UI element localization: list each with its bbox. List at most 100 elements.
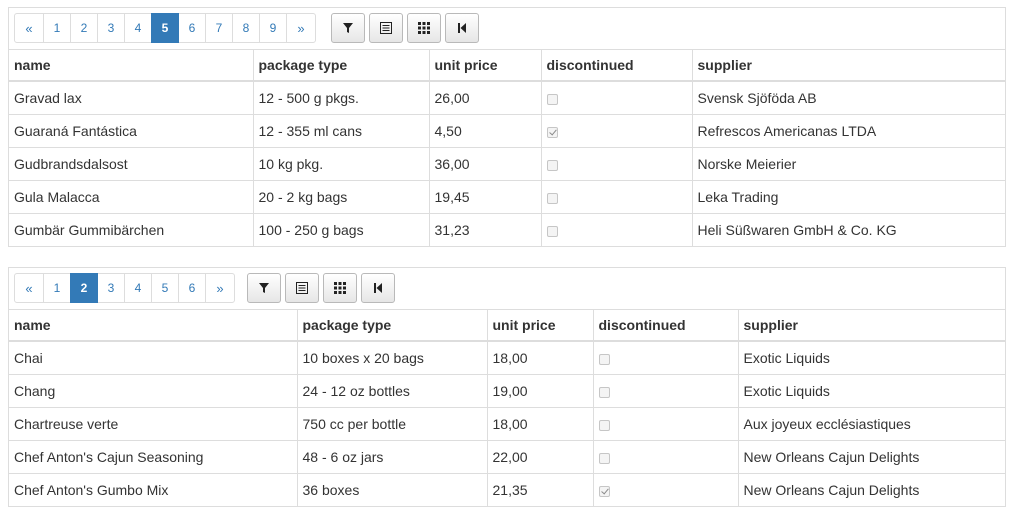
grid-view-button[interactable] xyxy=(323,273,357,303)
column-header-package-type[interactable]: package type xyxy=(253,50,430,82)
column-chooser-button[interactable] xyxy=(285,273,319,303)
table-row[interactable]: Gula Malacca 20 - 2 kg bags 19,45 Leka T… xyxy=(9,180,1005,214)
page-button-2[interactable]: 2 xyxy=(70,13,98,43)
cell-supplier: Heli Süßwaren GmbH & Co. KG xyxy=(697,222,897,238)
header-row: name package type unit price discontinue… xyxy=(9,50,1005,82)
column-chooser-icon xyxy=(296,282,308,294)
cell-unit-price: 26,00 xyxy=(429,81,542,115)
column-header-supplier[interactable]: supplier xyxy=(738,310,1005,342)
page-button-5[interactable]: 5 xyxy=(151,273,179,303)
cell-supplier: Exotic Liquids xyxy=(738,341,1005,375)
table-row[interactable]: Gravad lax 12 - 500 g pkgs. 26,00 Svensk… xyxy=(9,81,1005,115)
table-row[interactable]: Chai 10 boxes x 20 bags 18,00 Exotic Liq… xyxy=(9,341,1005,375)
cell-discontinued xyxy=(541,147,693,181)
page-button-1[interactable]: 1 xyxy=(43,13,71,43)
column-header-unit-price[interactable]: unit price xyxy=(487,310,594,342)
page-button-6[interactable]: 6 xyxy=(178,13,206,43)
filter-icon xyxy=(259,283,269,293)
first-page-icon xyxy=(374,283,382,293)
cell-package-type: 100 - 250 g bags xyxy=(253,213,430,246)
cell-name: Gudbrandsdalsost xyxy=(9,147,254,181)
discontinued-checkbox xyxy=(598,452,610,464)
next-page-button[interactable]: » xyxy=(205,273,235,303)
grid-toolbar: « 1 2 3 4 5 6 7 8 9 » xyxy=(9,8,1005,50)
table-row[interactable]: Guaraná Fantástica 12 - 355 ml cans 4,50… xyxy=(9,114,1005,148)
cell-discontinued xyxy=(593,440,739,474)
column-chooser-icon xyxy=(380,22,392,34)
grid-icon xyxy=(418,22,430,34)
column-chooser-button[interactable] xyxy=(369,13,403,43)
table-row[interactable]: Chef Anton's Cajun Seasoning 48 - 6 oz j… xyxy=(9,440,1005,474)
first-page-button[interactable] xyxy=(445,13,479,43)
discontinued-checkbox xyxy=(546,159,558,171)
table-row[interactable]: Chang 24 - 12 oz bottles 19,00 Exotic Li… xyxy=(9,374,1005,408)
cell-supplier: Refrescos Americanas LTDA xyxy=(692,114,1005,148)
cell-unit-price: 36,00 xyxy=(429,147,542,181)
cell-name: Chai xyxy=(9,341,298,375)
products-grid-1: « 1 2 3 4 5 6 7 8 9 » name package type … xyxy=(8,7,1006,247)
cell-unit-price: 22,00 xyxy=(487,440,594,474)
header-row: name package type unit price discontinue… xyxy=(9,310,1005,342)
column-header-discontinued[interactable]: discontinued xyxy=(593,310,739,342)
discontinued-checkbox xyxy=(598,419,610,431)
cell-supplier: Aux joyeux ecclésiastiques xyxy=(738,407,1005,441)
first-page-icon xyxy=(458,23,466,33)
cell-name: Gula Malacca xyxy=(9,180,254,214)
discontinued-checkbox xyxy=(546,225,558,237)
discontinued-checkbox xyxy=(546,126,558,138)
products-table: name package type unit price discontinue… xyxy=(9,50,1005,246)
page-button-2-active[interactable]: 2 xyxy=(70,273,98,303)
page-button-5-active[interactable]: 5 xyxy=(151,13,179,43)
cell-supplier: Norske Meierier xyxy=(692,147,1005,181)
cell-supplier: Exotic Liquids xyxy=(738,374,1005,408)
cell-supplier: Svensk Sjöföda AB xyxy=(692,81,1005,115)
cell-unit-price: 19,45 xyxy=(429,180,542,214)
column-header-package-type[interactable]: package type xyxy=(297,310,488,342)
column-header-name[interactable]: name xyxy=(9,50,254,82)
cell-package-type: 48 - 6 oz jars xyxy=(297,440,488,474)
cell-package-type: 20 - 2 kg bags xyxy=(253,180,430,214)
page-button-1[interactable]: 1 xyxy=(43,273,71,303)
cell-name: Chang xyxy=(9,374,298,408)
column-header-discontinued[interactable]: discontinued xyxy=(541,50,693,82)
cell-discontinued xyxy=(593,341,739,375)
cell-supplier: New Orleans Cajun Delights xyxy=(738,440,1005,474)
cell-discontinued xyxy=(593,374,739,408)
table-row[interactable]: Chartreuse verte 750 cc per bottle 18,00… xyxy=(9,407,1005,441)
table-row[interactable]: Gudbrandsdalsost 10 kg pkg. 36,00 Norske… xyxy=(9,147,1005,181)
cell-unit-price: 4,50 xyxy=(429,114,542,148)
first-page-button[interactable] xyxy=(361,273,395,303)
page-button-6[interactable]: 6 xyxy=(178,273,206,303)
discontinued-checkbox xyxy=(546,93,558,105)
table-row[interactable]: Chef Anton's Gumbo Mix 36 boxes 21,35 Ne… xyxy=(9,473,1005,506)
cell-discontinued xyxy=(593,407,739,441)
grid-view-button[interactable] xyxy=(407,13,441,43)
filter-button[interactable] xyxy=(247,273,281,303)
grid-toolbar: « 1 2 3 4 5 6 » xyxy=(9,268,1005,310)
cell-discontinued xyxy=(593,473,739,506)
discontinued-checkbox xyxy=(546,192,558,204)
column-header-supplier[interactable]: supplier xyxy=(692,50,1005,82)
table-row[interactable]: Gumbär Gummibärchen 100 - 250 g bags 31,… xyxy=(9,213,1005,246)
page-button-4[interactable]: 4 xyxy=(124,273,152,303)
page-button-7[interactable]: 7 xyxy=(205,13,233,43)
pagination: « 1 2 3 4 5 6 » xyxy=(14,273,235,303)
page-button-3[interactable]: 3 xyxy=(97,13,125,43)
products-table: name package type unit price discontinue… xyxy=(9,310,1005,506)
column-header-unit-price[interactable]: unit price xyxy=(429,50,542,82)
cell-unit-price: 18,00 xyxy=(487,341,594,375)
prev-page-button[interactable]: « xyxy=(14,13,44,43)
page-button-8[interactable]: 8 xyxy=(232,13,260,43)
cell-package-type: 10 kg pkg. xyxy=(253,147,430,181)
cell-discontinued xyxy=(541,81,693,115)
page-button-9[interactable]: 9 xyxy=(259,13,287,43)
page-button-3[interactable]: 3 xyxy=(97,273,125,303)
prev-page-button[interactable]: « xyxy=(14,273,44,303)
page-button-4[interactable]: 4 xyxy=(124,13,152,43)
column-header-name[interactable]: name xyxy=(9,310,298,342)
filter-button[interactable] xyxy=(331,13,365,43)
filter-icon xyxy=(343,23,353,33)
cell-unit-price: 18,00 xyxy=(487,407,594,441)
next-page-button[interactable]: » xyxy=(286,13,316,43)
cell-discontinued xyxy=(541,114,693,148)
